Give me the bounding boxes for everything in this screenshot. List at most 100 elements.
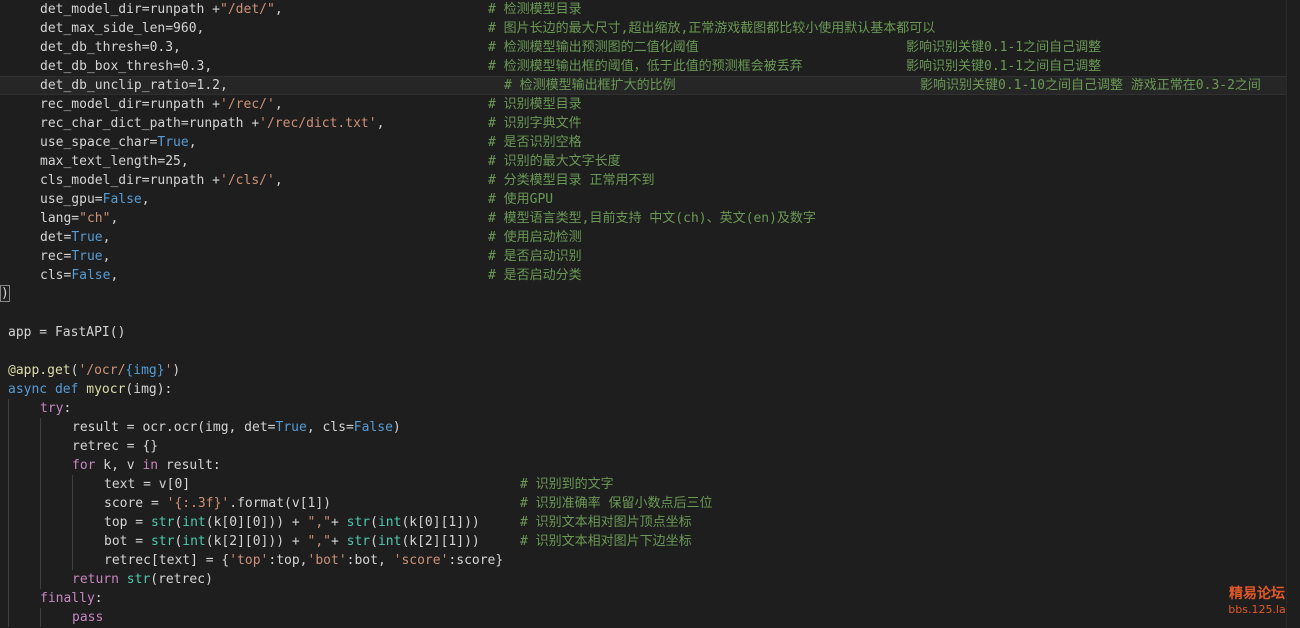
indent-guide bbox=[8, 475, 9, 494]
code-line[interactable]: retrec[text] = {'top':top,'bot':bot, 'sc… bbox=[0, 551, 1300, 570]
code-line[interactable]: pass bbox=[0, 608, 1300, 627]
indent-guide bbox=[72, 532, 73, 551]
code-token: use_gpu= bbox=[40, 192, 103, 207]
code-line[interactable]: det_db_thresh=0.3, # 检测模型输出预测图的二值化阈值 影响识别关… bbox=[0, 38, 1300, 57]
code-token: str bbox=[150, 515, 175, 530]
code-token: (k[2][1])) bbox=[401, 534, 480, 549]
indent-guide bbox=[72, 494, 73, 513]
vertical-scrollbar[interactable] bbox=[1286, 0, 1300, 628]
code-token: :score} bbox=[448, 553, 504, 568]
code-line[interactable]: retrec = {} bbox=[0, 437, 1300, 456]
code-comment: # 检测模型输出预测图的二值化阈值 bbox=[488, 40, 699, 55]
code-line[interactable]: cls=False, # 是否启动分类 bbox=[0, 266, 1300, 285]
code-editor[interactable]: det_model_dir=runpath +"/det/", # 检测模型目录 d… bbox=[0, 0, 1300, 628]
indent-guide bbox=[40, 437, 41, 456]
code-comment: # 识别到的文字 bbox=[520, 477, 614, 492]
code-text: rec=True, bbox=[40, 247, 110, 266]
code-line[interactable]: det_max_side_len=960, # 图片长边的最大尺寸,超出缩放,正常… bbox=[0, 19, 1300, 38]
code-token: (k[0][0])) + bbox=[205, 515, 308, 530]
code-line[interactable]: lang="ch", # 模型语言类型,目前支持 中文(ch)、英文(en)及数字 bbox=[0, 209, 1300, 228]
code-token: , bbox=[188, 135, 197, 150]
code-token: try bbox=[40, 401, 64, 416]
indent-guide bbox=[40, 418, 41, 437]
indent-guide bbox=[8, 551, 9, 570]
code-token: use_space_char= bbox=[40, 135, 158, 150]
code-line[interactable]: score = '{:.3f}'.format(v[1]) # 识别准确率 保留小… bbox=[0, 494, 1300, 513]
code-line[interactable]: result = ocr.ocr(img, det=True, cls=Fals… bbox=[0, 418, 1300, 437]
code-line[interactable] bbox=[0, 304, 1300, 323]
code-token: @app.get bbox=[8, 363, 71, 378]
code-token: text = v[0] bbox=[104, 477, 191, 492]
code-token: True bbox=[71, 249, 103, 264]
code-line[interactable]: cls_model_dir=runpath +'/cls/', # 分类模型目录 … bbox=[0, 171, 1300, 190]
code-token: '/rec/dict.txt' bbox=[259, 116, 377, 131]
code-line[interactable]: try: bbox=[0, 399, 1300, 418]
indent-guide bbox=[40, 608, 41, 627]
indent-guide bbox=[8, 532, 9, 551]
code-line[interactable]: det_model_dir=runpath +"/det/", # 检测模型目录 bbox=[0, 0, 1300, 19]
code-token: :top, bbox=[268, 553, 308, 568]
code-token: + bbox=[331, 515, 347, 530]
code-line[interactable]: top = str(int(k[0][0])) + ","+ str(int(k… bbox=[0, 513, 1300, 532]
code-text: use_gpu=False, bbox=[40, 190, 150, 209]
indent-guide bbox=[40, 475, 41, 494]
code-line[interactable]: finally: bbox=[0, 589, 1300, 608]
code-line[interactable] bbox=[0, 342, 1300, 361]
code-line[interactable]: max_text_length=25, # 识别的最大文字长度 bbox=[0, 152, 1300, 171]
code-comment-note: 影响识别关键0.1-10之间自己调整 游戏正常在0.3-2之间 bbox=[920, 78, 1261, 93]
code-token: .format(v[1]) bbox=[229, 496, 331, 511]
code-line[interactable]: rec_char_dict_path=runpath +'/rec/dict.t… bbox=[0, 114, 1300, 133]
code-line[interactable]: return str(retrec) bbox=[0, 570, 1300, 589]
code-token: det_db_thresh=0.3, bbox=[40, 40, 181, 55]
code-line[interactable]: rec=True, # 是否启动识别 bbox=[0, 247, 1300, 266]
code-token: : bbox=[63, 401, 72, 416]
code-token: finally bbox=[40, 591, 95, 606]
code-line[interactable]: use_gpu=False, # 使用GPU bbox=[0, 190, 1300, 209]
code-text: retrec = {} bbox=[72, 437, 158, 456]
code-line[interactable]: for k, v in result: bbox=[0, 456, 1300, 475]
code-line[interactable]: use_space_char=True, # 是否识别空格 bbox=[0, 133, 1300, 152]
code-token: app = FastAPI() bbox=[8, 325, 126, 340]
code-token: , bbox=[110, 268, 119, 283]
indent-guide bbox=[8, 437, 9, 456]
code-line[interactable]: @app.get('/ocr/{img}') bbox=[0, 361, 1300, 380]
code-token: , bbox=[141, 192, 150, 207]
code-line[interactable]: det=True, # 使用启动检测 bbox=[0, 228, 1300, 247]
indent-guide bbox=[8, 456, 9, 475]
code-token: False bbox=[71, 268, 111, 283]
code-text: return str(retrec) bbox=[72, 570, 213, 589]
code-line[interactable]: async def myocr(img): bbox=[0, 380, 1300, 399]
watermark-title: 精易论坛 bbox=[1229, 586, 1285, 602]
code-text: use_space_char=True, bbox=[40, 133, 197, 152]
indent-guide bbox=[72, 551, 73, 570]
code-token: {img} bbox=[125, 363, 165, 378]
code-comment: # 检测模型输出框扩大的比例 bbox=[504, 78, 676, 93]
code-token: "ch" bbox=[79, 211, 111, 226]
code-token: , bbox=[102, 230, 111, 245]
code-line[interactable]: app = FastAPI() bbox=[0, 323, 1300, 342]
code-token: 'score' bbox=[393, 553, 449, 568]
indent-guide bbox=[40, 456, 41, 475]
code-token: str bbox=[126, 572, 151, 587]
code-token: for bbox=[72, 458, 96, 473]
code-text: cls=False, bbox=[40, 266, 118, 285]
code-line[interactable]: det_db_unclip_ratio=1.2, # 检测模型输出框扩大的比例 影响… bbox=[0, 76, 1300, 95]
code-comment: # 是否启动分类 bbox=[488, 268, 582, 283]
code-token: ) bbox=[172, 363, 181, 378]
code-comment: # 识别准确率 保留小数点后三位 bbox=[520, 496, 713, 511]
indent-guide bbox=[8, 589, 9, 608]
code-token: bot = bbox=[104, 534, 151, 549]
code-token: False bbox=[102, 192, 142, 207]
indent-guide bbox=[8, 570, 9, 589]
code-token: cls= bbox=[40, 268, 72, 283]
code-token: k, v bbox=[95, 458, 143, 473]
code-line[interactable]: text = v[0] # 识别到的文字 bbox=[0, 475, 1300, 494]
code-token: ( bbox=[370, 534, 378, 549]
code-line[interactable]: rec_model_dir=runpath +'/rec/', # 识别模型目录 bbox=[0, 95, 1300, 114]
code-line[interactable]: bot = str(int(k[2][0])) + ","+ str(int(k… bbox=[0, 532, 1300, 551]
code-line[interactable]: det_db_box_thresh=0.3, # 检测模型输出框的阈值，低于此值的… bbox=[0, 57, 1300, 76]
indent-guide bbox=[72, 475, 73, 494]
code-line[interactable]: ) bbox=[0, 285, 1300, 304]
code-token: , bbox=[274, 173, 283, 188]
